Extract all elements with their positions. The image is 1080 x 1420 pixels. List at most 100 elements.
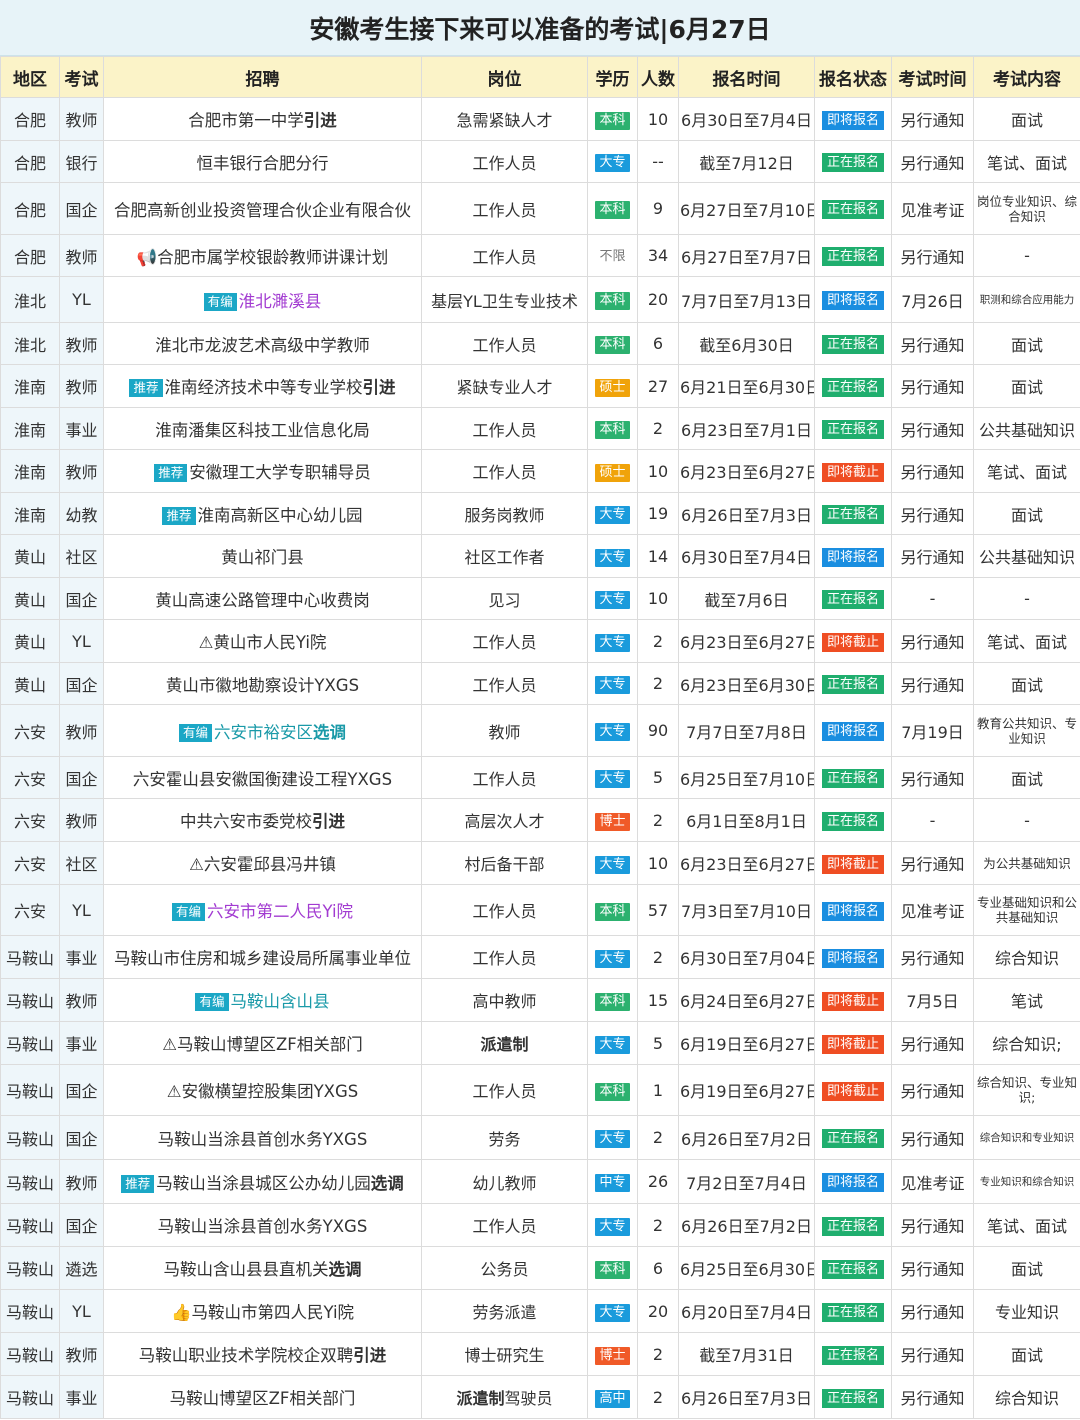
cell-content: 笔试、面试 [973,619,1080,663]
table-row: 六安 教师 有编 六安市裕安区选调 教师 大专 90 7月7日至7月8日 即将报名 7月19日 教育… [0,704,1080,757]
cell-edu: 本科 [587,978,638,1022]
cell-period: 6月30日至7月04日 [678,935,815,979]
cell-status: 即将报名 [814,276,892,323]
cell-recruit: 黄山祁门县 [103,534,422,578]
status-badge: 正在报名 [821,1259,884,1279]
table-row: 淮南 教师 推荐 淮南经济技术中等专业学校引进 紧缺专业人才 硕士 27 6月21日至6月30… [0,364,1080,408]
cell-type: 教师 [59,978,104,1022]
table-row: 合肥 银行 恒丰银行合肥分行 工作人员 大专 -- 截至7月12日 正在报名 另行通知 笔试、面试 [0,140,1080,183]
recruit-suffix: 选调 [313,722,346,742]
cell-type: 教师 [59,1159,104,1204]
cell-recruit: 淮南潘集区科技工业信息化局 [103,407,422,450]
edu-badge: 大专 [595,676,630,694]
cell-position: 见习 [421,577,588,620]
cell-recruit: ⚠安徽横望控股集团YXGS [103,1064,422,1116]
status-badge: 即将报名 [821,722,884,741]
edu-badge: 本科 [595,201,630,219]
cell-exam-time: 另行通知 [891,534,974,578]
header-period: 报名时间 [678,56,815,98]
status-badge: 即将截止 [821,854,884,874]
cell-count: 20 [637,276,679,323]
cell-edu: 本科 [587,884,638,936]
status-badge: 正在报名 [821,1216,884,1236]
cell-type: 教师 [59,364,104,408]
cell-status: 即将报名 [814,704,892,757]
cell-type: YL [59,276,104,323]
cell-status: 正在报名 [814,577,892,620]
table-row: 六安 国企 六安霍山县安徽国衡建设工程YXGS 工作人员 大专 5 6月25日至7月10日正… [0,756,1080,799]
cell-exam-time: 另行通知 [891,1246,974,1290]
status-badge: 正在报名 [821,377,884,397]
cell-recruit: 推荐 淮南经济技术中等专业学校引进 [103,364,422,408]
recruit-tag: 推荐 [129,379,163,397]
cell-status: 正在报名 [814,1289,892,1333]
cell-type: 教师 [59,1332,104,1376]
cell-status: 正在报名 [814,1246,892,1290]
cell-edu: 博士 [587,798,638,842]
table-row: 黄山 YL ⚠黄山市人民Yi院 工作人员 大专 2 6月23日至6月27日 即将截止 另行通知笔… [0,619,1080,663]
cell-edu: 本科 [587,322,638,365]
cell-type: YL [59,884,104,936]
cell-count: 2 [637,619,679,663]
cell-count: 5 [637,756,679,799]
cell-edu: 大专 [587,492,638,535]
cell-edu: 本科 [587,1246,638,1290]
cell-region: 淮南 [0,449,60,493]
cell-status: 即将报名 [814,534,892,578]
edu-badge: 大专 [595,1303,630,1322]
cell-period: 截至7月12日 [678,140,815,183]
cell-edu: 大专 [587,704,638,757]
cell-edu: 大专 [587,534,638,578]
header-recruit: 招聘 [103,56,422,98]
cell-position: 劳务派遣 [421,1289,588,1333]
cell-recruit: 六安霍山县安徽国衡建设工程YXGS [103,756,422,799]
table-row: 马鞍山 国企 马鞍山当涂县首创水务YXGS 劳务 大专 2 6月26日至7月2日 正在报名 另行… [0,1115,1080,1160]
recruit-name: 马鞍山市第四人民Yi院 [191,1303,355,1322]
cell-exam-time: 另行通知 [891,1289,974,1333]
header-region: 地区 [0,56,60,98]
cell-recruit: 推荐 安徽理工大学专职辅导员 [103,449,422,493]
cell-period: 7月2日至7月4日 [678,1159,815,1204]
table-row: 黄山 国企 黄山市徽地勘察设计YXGS 工作人员 大专 2 6月23日至6月30日 正在报名另… [0,662,1080,705]
header-exam-time: 考试时间 [891,56,974,98]
status-badge: 即将报名 [821,291,884,310]
cell-region: 马鞍山 [0,1203,60,1247]
cell-type: 社区 [59,534,104,578]
recruit-name: 马鞍山含山县 [230,992,330,1011]
cell-recruit: 马鞍山含山县县直机关选调 [103,1246,422,1290]
cell-region: 六安 [0,756,60,799]
cell-count: 10 [637,577,679,620]
cell-region: 淮南 [0,492,60,535]
cell-status: 即将报名 [814,935,892,979]
cell-type: 教师 [59,449,104,493]
cell-edu: 大专 [587,1203,638,1247]
cell-recruit: 中共六安市委党校引进 [103,798,422,842]
cell-period: 6月23日至6月30日 [678,662,815,705]
cell-count: 57 [637,884,679,936]
cell-period: 7月3日至7月10日 [678,884,815,936]
recruit-name: 马鞍山博望区ZF相关部门 [169,1389,356,1408]
recruit-name: 马鞍山当涂县首创水务YXGS [157,1129,368,1149]
cell-exam-time: 另行通知 [891,935,974,979]
status-badge: 正在报名 [821,811,884,831]
cell-edu: 中专 [587,1159,638,1204]
table-row: 马鞍山 YL 👍马鞍山市第四人民Yi院 劳务派遣 大专 20 6月20日至7月4日 正在报名另… [0,1289,1080,1333]
header-content: 考试内容 [973,56,1080,98]
cell-edu: 大专 [587,662,638,705]
cell-region: 六安 [0,798,60,842]
cell-status: 正在报名 [814,1375,892,1419]
cell-content: - [973,798,1080,842]
recruit-name: 马鞍山当涂县首创水务YXGS [157,1217,368,1236]
recruit-name: 六安霍山县安徽国衡建设工程YXGS [132,769,393,789]
edu-badge: 本科 [595,111,630,130]
recruit-name: 马鞍山博望区ZF相关部门 [177,1035,363,1054]
edu-badge: 大专 [595,548,630,567]
recruit-name: 黄山市人民Yi院 [213,633,327,652]
edu-badge: 不限 [599,249,626,264]
edu-badge: 中专 [595,1174,630,1192]
cell-content: 公共基础知识 [973,534,1080,578]
cell-type: 事业 [59,407,104,450]
cell-position: 工作人员 [421,662,588,705]
cell-recruit: 推荐 淮南高新区中心幼儿园 [103,492,422,535]
prefix-icon: ⚠ [166,1082,182,1101]
